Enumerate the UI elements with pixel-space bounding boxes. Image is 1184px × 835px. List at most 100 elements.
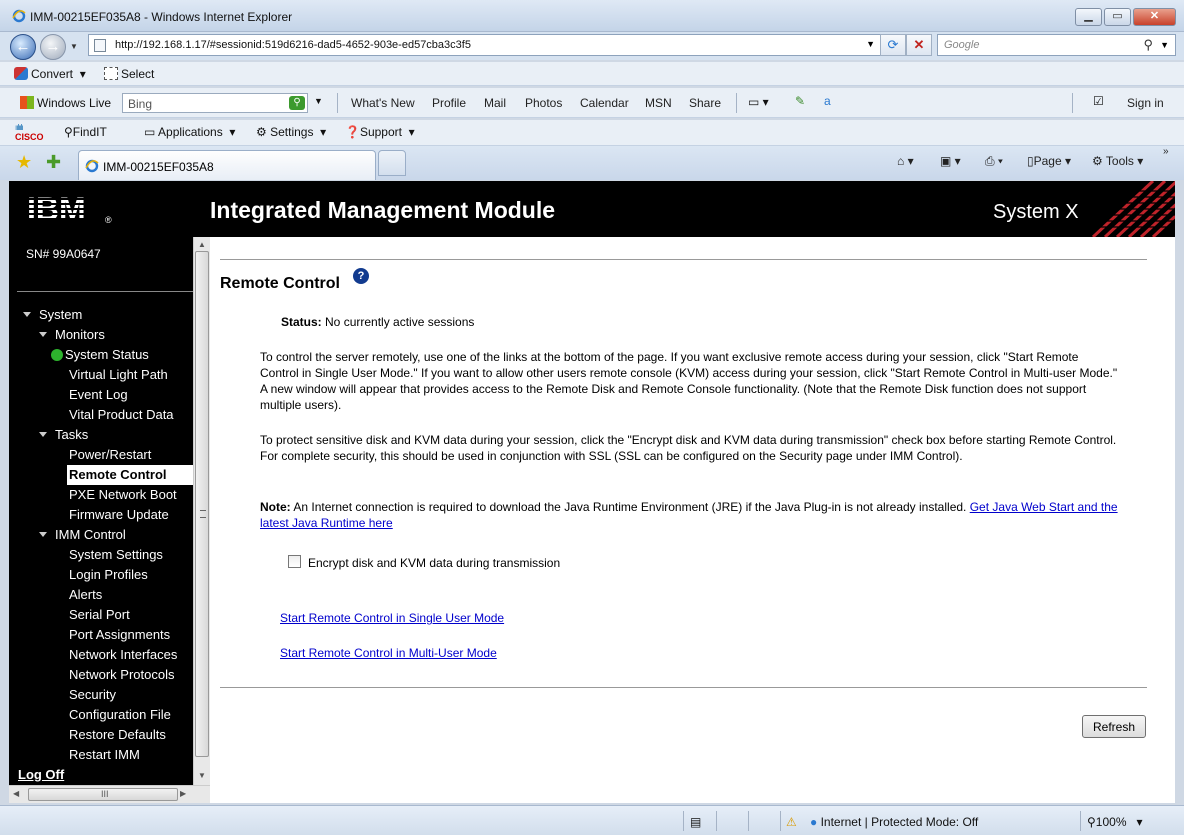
- zoom-level[interactable]: ⚲100% ▾: [1087, 815, 1143, 829]
- sidebar-item-restart-imm[interactable]: Restart IMM: [69, 745, 140, 765]
- scroll-thumb[interactable]: III: [28, 788, 178, 801]
- maximize-button[interactable]: ▭: [1104, 8, 1131, 26]
- chevron-more-icon[interactable]: »: [1163, 146, 1169, 157]
- scroll-thumb[interactable]: [195, 251, 209, 757]
- favorites-star-icon[interactable]: ★: [16, 152, 32, 173]
- sidebar-item-power-restart[interactable]: Power/Restart: [69, 445, 151, 465]
- stop-icon[interactable]: ✕: [906, 34, 932, 56]
- messenger-icon[interactable]: ▭ ▾: [748, 95, 769, 109]
- live-link-msn[interactable]: MSN: [645, 96, 672, 110]
- windows-live-button[interactable]: Windows Live: [20, 96, 111, 110]
- tab-imm[interactable]: IMM-00215EF035A8: [78, 150, 376, 180]
- start-single-user-link[interactable]: Start Remote Control in Single User Mode: [280, 611, 504, 625]
- applications-menu[interactable]: ▭ Applications ▾: [144, 125, 235, 139]
- translate-icon[interactable]: a: [824, 94, 831, 108]
- search-dropdown-icon[interactable]: ▼: [1160, 40, 1169, 50]
- sidebar-item-virtual-light-path[interactable]: Virtual Light Path: [69, 365, 168, 385]
- log-off-link[interactable]: Log Off: [18, 767, 64, 782]
- serial-number: SN# 99A0647: [26, 247, 101, 261]
- close-button[interactable]: ✕: [1133, 8, 1176, 26]
- bing-placeholder[interactable]: Bing: [128, 97, 152, 111]
- live-link-whats-new[interactable]: What's New: [351, 96, 415, 110]
- sidebar-item-firmware-update[interactable]: Firmware Update: [69, 505, 169, 525]
- sign-in-link[interactable]: Sign in: [1127, 96, 1164, 110]
- sidebar-item-port-assignments[interactable]: Port Assignments: [69, 625, 170, 645]
- protected-mode-icon[interactable]: ⚠: [786, 815, 797, 829]
- search-icon[interactable]: ⚲: [1143, 37, 1153, 53]
- sidebar-item-system-settings[interactable]: System Settings: [69, 545, 163, 565]
- sidebar-item-alerts[interactable]: Alerts: [69, 585, 102, 605]
- scroll-right-icon[interactable]: ▶: [180, 789, 186, 798]
- tree-imm-control[interactable]: IMM Control: [39, 525, 126, 545]
- back-button[interactable]: ←: [10, 34, 36, 60]
- expand-triangle-icon[interactable]: [39, 332, 47, 337]
- sidebar-item-event-log[interactable]: Event Log: [69, 385, 128, 405]
- address-dropdown-icon[interactable]: ▼: [866, 39, 875, 49]
- window-title: IMM-00215EF035A8 - Windows Internet Expl…: [30, 10, 293, 24]
- sidebar-item-remote-control[interactable]: Remote Control: [67, 465, 193, 485]
- live-link-photos[interactable]: Photos: [525, 96, 562, 110]
- sidebar-item-security[interactable]: Security: [69, 685, 116, 705]
- minimize-button[interactable]: ▁: [1075, 8, 1102, 26]
- sidebar-item-network-protocols[interactable]: Network Protocols: [69, 665, 174, 685]
- sidebar-item-login-profiles[interactable]: Login Profiles: [69, 565, 148, 585]
- scroll-down-icon[interactable]: ▼: [198, 771, 206, 780]
- refresh-button[interactable]: Refresh: [1082, 715, 1146, 738]
- support-menu[interactable]: ❓Support ▾: [345, 125, 415, 139]
- feeds-icon[interactable]: ▣ ▾: [940, 154, 961, 168]
- bing-dropdown-icon[interactable]: ▼: [314, 96, 323, 106]
- page-title: Remote Control: [220, 275, 340, 292]
- encrypt-checkbox[interactable]: [288, 555, 301, 568]
- live-link-calendar[interactable]: Calendar: [580, 96, 629, 110]
- checkbox-icon[interactable]: ☑: [1093, 94, 1104, 108]
- select-button[interactable]: Select: [104, 67, 154, 81]
- page-menu[interactable]: ▯Page ▾: [1027, 154, 1071, 168]
- search-box[interactable]: Google ⚲ ▼: [937, 34, 1176, 56]
- add-favorites-icon[interactable]: ✚: [46, 152, 61, 173]
- print-icon[interactable]: ⎙ ▾: [985, 154, 1003, 169]
- search-go-icon[interactable]: ⚲: [289, 96, 305, 110]
- spaces-icon[interactable]: ✎: [795, 94, 805, 108]
- tools-menu[interactable]: ⚙ Tools ▾: [1092, 154, 1143, 168]
- scroll-up-icon[interactable]: ▲: [198, 240, 206, 249]
- sidebar-item-serial-port[interactable]: Serial Port: [69, 605, 130, 625]
- convert-button[interactable]: Convert ▾: [14, 67, 86, 81]
- start-multi-user-link[interactable]: Start Remote Control in Multi-User Mode: [280, 646, 497, 660]
- tree-system[interactable]: System: [23, 305, 82, 325]
- new-tab-button[interactable]: [378, 150, 406, 176]
- live-link-share[interactable]: Share: [689, 96, 721, 110]
- help-icon[interactable]: ?: [353, 268, 369, 284]
- sidebar-item-restore-defaults[interactable]: Restore Defaults: [69, 725, 166, 745]
- sidebar-item-configuration-file[interactable]: Configuration File: [69, 705, 171, 725]
- sidebar-item-vital-product-data[interactable]: Vital Product Data: [69, 405, 174, 425]
- sidebar-horizontal-scrollbar[interactable]: ◀ III ▶: [9, 785, 210, 803]
- live-link-profile[interactable]: Profile: [432, 96, 466, 110]
- forward-button[interactable]: →: [40, 34, 66, 60]
- encrypt-checkbox-label[interactable]: Encrypt disk and KVM data during transmi…: [308, 556, 560, 570]
- tree-tasks[interactable]: Tasks: [39, 425, 88, 445]
- history-dropdown-icon[interactable]: ▼: [70, 42, 78, 51]
- java-note: Note: An Internet connection is required…: [260, 500, 1118, 530]
- findit-button[interactable]: ⚲FindIT: [64, 125, 107, 139]
- expand-triangle-icon[interactable]: [39, 532, 47, 537]
- address-url[interactable]: http://192.168.1.17/#sessionid:519d6216-…: [115, 39, 471, 51]
- refresh-icon[interactable]: ⟳: [880, 34, 906, 56]
- live-link-mail[interactable]: Mail: [484, 96, 506, 110]
- sidebar-item-pxe-network-boot[interactable]: PXE Network Boot: [69, 485, 177, 505]
- search-placeholder[interactable]: Google: [944, 39, 979, 51]
- tab-title[interactable]: IMM-00215EF035A8: [103, 160, 214, 174]
- sidebar-vertical-scrollbar[interactable]: ▲ ▼: [193, 237, 210, 785]
- bing-search-box[interactable]: Bing ⚲: [122, 93, 308, 113]
- window-titlebar: IMM-00215EF035A8 - Windows Internet Expl…: [0, 0, 1184, 32]
- expand-triangle-icon[interactable]: [23, 312, 31, 317]
- tree-monitors[interactable]: Monitors: [39, 325, 105, 345]
- internet-zone[interactable]: ● Internet | Protected Mode: Off: [810, 815, 978, 829]
- expand-triangle-icon[interactable]: [39, 432, 47, 437]
- scroll-left-icon[interactable]: ◀: [13, 789, 19, 798]
- home-icon[interactable]: ⌂ ▾: [897, 154, 914, 168]
- address-bar[interactable]: http://192.168.1.17/#sessionid:519d6216-…: [88, 34, 882, 56]
- settings-menu[interactable]: ⚙ Settings ▾: [256, 125, 326, 139]
- sidebar-item-system-status[interactable]: System Status: [51, 345, 149, 365]
- sidebar-item-network-interfaces[interactable]: Network Interfaces: [69, 645, 177, 665]
- cisco-logo[interactable]: ıılıılı CISCO: [15, 124, 53, 144]
